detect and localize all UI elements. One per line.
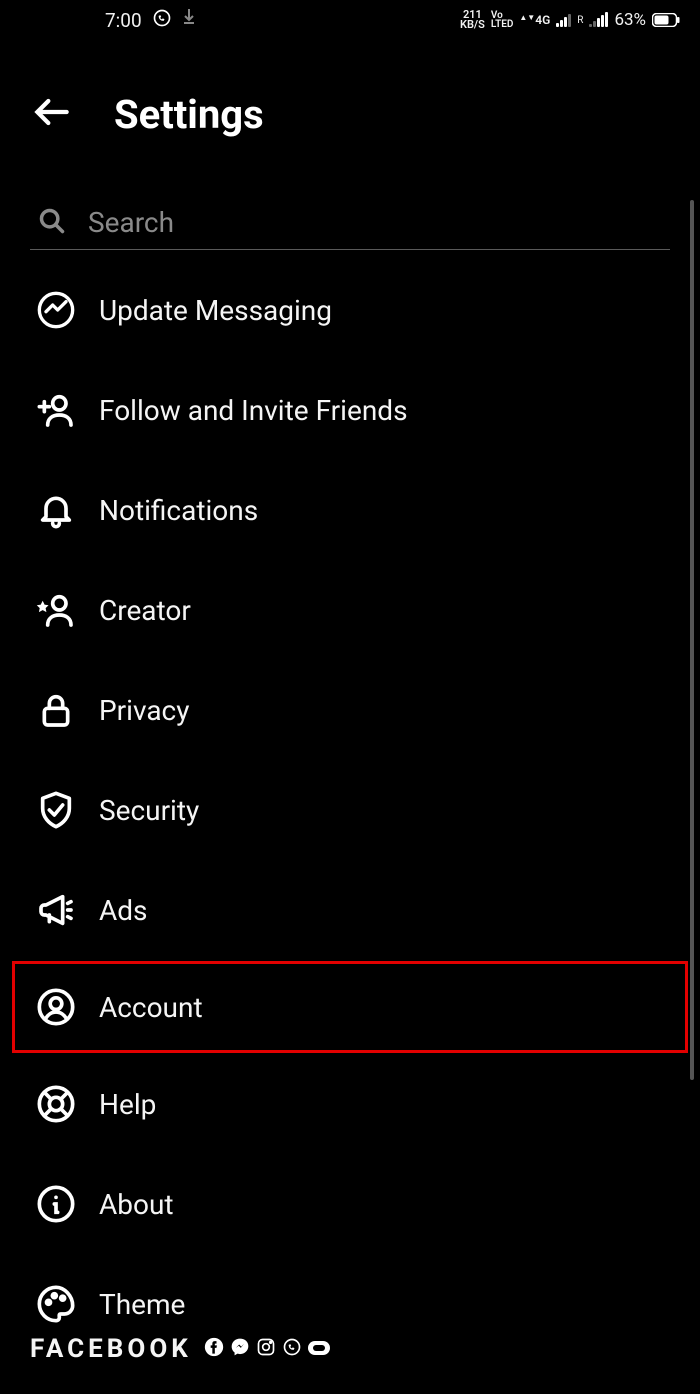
roaming-indicator: R [577,15,583,26]
status-left: 7:00 [20,8,196,33]
status-time: 7:00 [105,9,142,32]
menu-item-ads[interactable]: Ads [12,860,688,960]
instagram-icon [256,1337,276,1361]
messenger-icon [35,289,77,331]
footer-brand: FACEBOOK [30,1334,192,1364]
menu-label: About [99,1188,174,1221]
status-right: 211 KB/S Vo LTED ▲▼4G R 63% [460,10,680,30]
scrollbar[interactable] [690,200,694,1080]
menu-label: Theme [99,1288,185,1321]
menu-label: Notifications [99,494,258,527]
volte-indicator: Vo LTED [491,11,514,29]
header: Settings [0,40,700,178]
settings-menu: Update Messaging Follow and Invite Frien… [0,260,700,1354]
signal-bars-2-icon [589,13,608,27]
footer-icons [204,1337,330,1361]
menu-item-privacy[interactable]: Privacy [12,660,688,760]
network-speed: 211 KB/S [460,10,485,30]
menu-label: Ads [99,894,148,927]
download-icon [182,9,196,32]
menu-item-follow-invite[interactable]: Follow and Invite Friends [12,360,688,460]
star-person-icon [35,589,77,631]
menu-label: Account [99,991,203,1024]
menu-label: Privacy [99,694,189,727]
network-type: ▲▼4G [519,13,550,27]
menu-label: Creator [99,594,191,627]
person-add-icon [35,389,77,431]
status-bar: 7:00 211 KB/S Vo LTED ▲▼4G R 63% [0,0,700,40]
menu-item-creator[interactable]: Creator [12,560,688,660]
oculus-icon [308,1340,330,1359]
menu-item-update-messaging[interactable]: Update Messaging [12,260,688,360]
menu-item-account[interactable]: Account [12,961,688,1053]
menu-item-notifications[interactable]: Notifications [12,460,688,560]
signal-bars-1-icon [556,13,571,27]
menu-label: Follow and Invite Friends [99,394,408,427]
menu-label: Update Messaging [99,294,332,327]
user-circle-icon [35,986,77,1028]
search-bar[interactable] [30,198,670,250]
lifebuoy-icon [35,1083,77,1125]
messenger-icon [230,1337,250,1361]
menu-item-help[interactable]: Help [12,1054,688,1154]
menu-label: Help [99,1088,156,1121]
shield-check-icon [35,789,77,831]
whatsapp-footer-icon [282,1337,302,1361]
search-icon [38,207,66,239]
page-title: Settings [114,91,264,138]
search-input[interactable] [88,206,670,239]
whatsapp-icon [152,8,172,33]
menu-item-about[interactable]: About [12,1154,688,1254]
battery-icon [652,13,680,27]
palette-icon [35,1283,77,1325]
back-button[interactable] [30,90,74,138]
megaphone-icon [35,889,77,931]
lock-icon [35,689,77,731]
facebook-icon [204,1337,224,1361]
bell-icon [35,489,77,531]
menu-label: Security [99,794,199,827]
footer: FACEBOOK [30,1334,330,1364]
info-icon [35,1183,77,1225]
menu-item-security[interactable]: Security [12,760,688,860]
battery-percentage: 63% [614,10,646,30]
